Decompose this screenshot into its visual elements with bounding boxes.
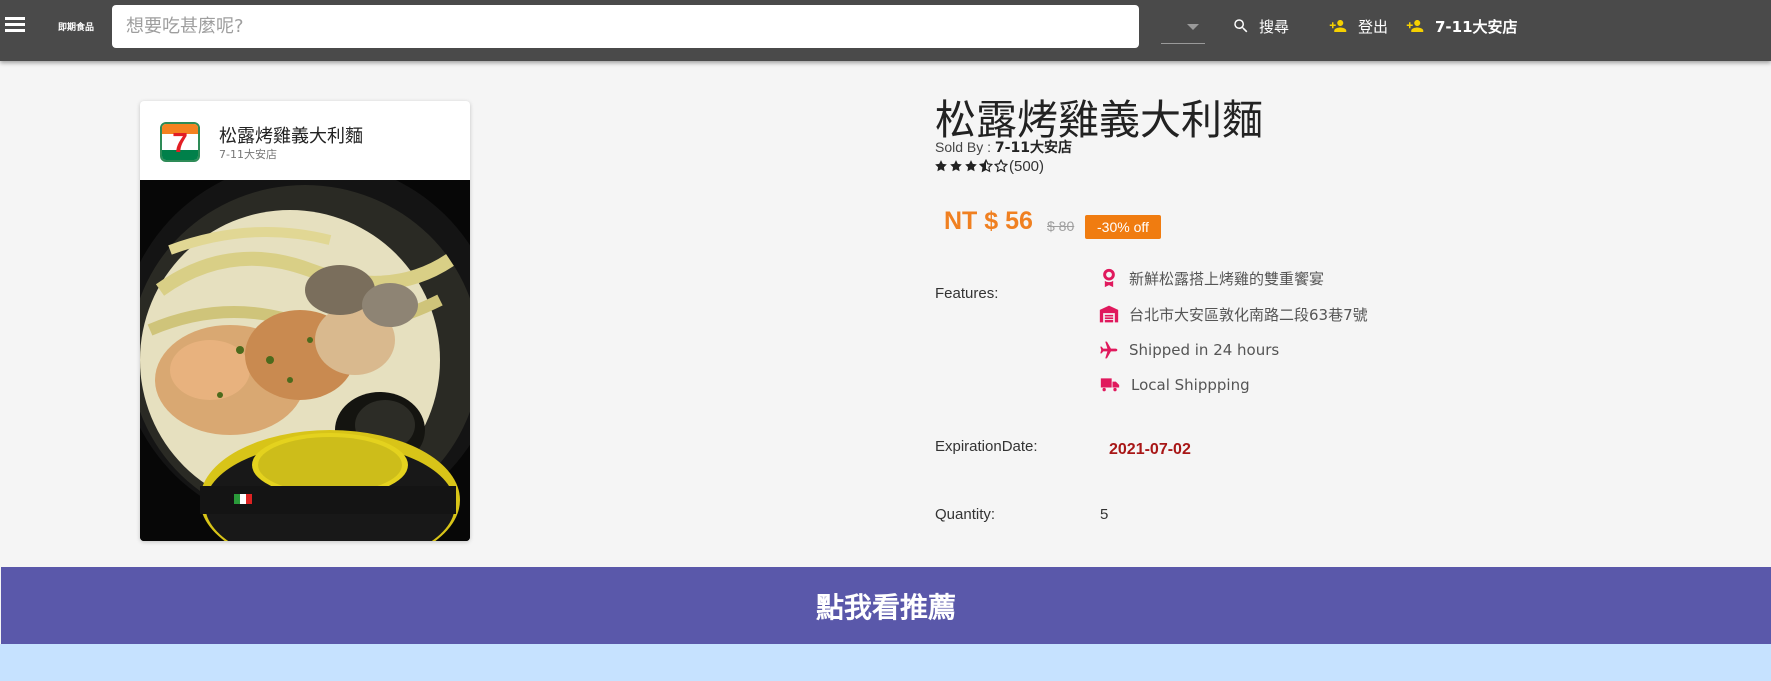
recommend-button[interactable]: 點我看推薦 [1, 567, 1771, 644]
feature-text: 台北市大安區敦化南路二段63巷7號 [1129, 305, 1368, 324]
feature-text: Shipped in 24 hours [1129, 341, 1280, 359]
card-title: 松露烤雞義大利麵 [219, 126, 363, 147]
expiration-date: 2021-07-02 [1109, 441, 1191, 458]
card-header: 7 松露烤雞義大利麵 7-11大安店 [140, 101, 470, 180]
logout-button-label: 登出 [1358, 17, 1389, 36]
recommendation-area [0, 644, 1771, 681]
star-empty-icon [994, 159, 1008, 173]
search-button-label: 搜尋 [1259, 17, 1290, 36]
product-image [140, 180, 470, 541]
warehouse-icon [1099, 305, 1119, 323]
price: NT $ 56 [944, 207, 1033, 235]
search-icon [1234, 19, 1248, 33]
rating-count: (500) [1009, 157, 1045, 175]
star-full-icon [950, 160, 962, 172]
star-half-icon [979, 159, 993, 173]
brand-name[interactable]: 即期食品 [58, 20, 94, 33]
card-subtitle: 7-11大安店 [219, 148, 277, 161]
store-logo: 7 [160, 122, 200, 162]
rating: (500) [934, 157, 1044, 175]
expiration-label: ExpirationDate: [935, 438, 1038, 455]
hamburger-menu-icon[interactable] [5, 14, 31, 38]
feature-item: 新鮮松露搭上烤雞的雙重饗宴 [1099, 266, 1324, 290]
quantity-value: 5 [1100, 506, 1109, 523]
add-person-icon [1406, 20, 1424, 32]
award-icon [1103, 268, 1115, 288]
sold-by-label: Sold By : [935, 139, 992, 155]
original-price: $ 80 [1047, 218, 1075, 234]
star-full-icon [965, 160, 977, 172]
feature-text: Local Shippping [1131, 376, 1250, 394]
features-label: Features: [935, 285, 999, 302]
feature-text: 新鮮松露搭上烤雞的雙重饗宴 [1129, 269, 1325, 288]
seller-name[interactable]: 7-11大安店 [995, 140, 1072, 156]
star-full-icon [935, 160, 947, 172]
search-button[interactable]: 搜尋 [1232, 13, 1289, 39]
add-person-icon [1329, 20, 1347, 32]
discount-badge: -30% off [1085, 215, 1161, 239]
truck-icon [1100, 378, 1120, 392]
sold-by: Sold By : 7-11大安店 [935, 137, 1072, 157]
category-select[interactable] [1161, 8, 1205, 44]
feature-item: Shipped in 24 hours [1099, 338, 1279, 362]
store-account-button[interactable]: 7-11大安店 [1404, 13, 1518, 39]
chevron-down-icon [1187, 24, 1199, 30]
logout-button[interactable]: 登出 [1327, 13, 1388, 39]
feature-item: Local Shippping [1099, 373, 1250, 397]
airplane-icon [1100, 341, 1118, 359]
quantity-label: Quantity: [935, 506, 996, 523]
feature-item: 台北市大安區敦化南路二段63巷7號 [1099, 302, 1368, 326]
top-app-bar: 即期食品 搜尋 登出 7-11大安店 [0, 0, 1771, 61]
store-account-label: 7-11大安店 [1435, 17, 1518, 36]
product-card: 7 松露烤雞義大利麵 7-11大安店 [140, 101, 470, 541]
search-input[interactable] [112, 5, 1139, 48]
